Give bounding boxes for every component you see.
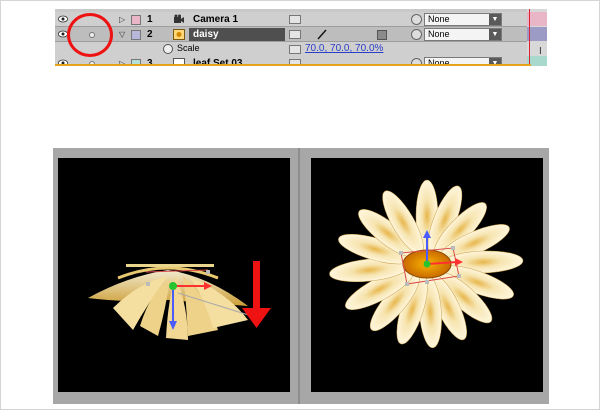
- flower-top-view: [329, 179, 524, 349]
- layer-bar[interactable]: [527, 12, 547, 26]
- constrain-proportions-icon[interactable]: [289, 45, 301, 54]
- label-color-swatch[interactable]: [131, 30, 141, 40]
- property-name: Scale: [177, 43, 200, 53]
- parent-value: None: [428, 14, 450, 24]
- twirl-right-icon[interactable]: ▷: [119, 15, 125, 24]
- layer-number: 2: [147, 29, 153, 40]
- collapse-switch-icon[interactable]: [289, 15, 301, 24]
- pickwhip-icon[interactable]: [411, 29, 422, 40]
- stopwatch-icon[interactable]: [163, 44, 173, 54]
- eye-icon[interactable]: [58, 15, 68, 23]
- layer-name-selected[interactable]: daisy: [189, 28, 285, 41]
- label-color-swatch[interactable]: [131, 15, 141, 25]
- right-viewport[interactable]: [311, 158, 543, 392]
- collapse-switch-icon[interactable]: [289, 30, 301, 39]
- left-viewport[interactable]: [58, 158, 290, 392]
- layer-number: 1: [147, 14, 153, 25]
- chevron-down-icon: ▼: [489, 29, 501, 40]
- precomp-layer-icon: [173, 29, 185, 40]
- composition-viewer: [53, 148, 549, 404]
- parent-dropdown[interactable]: None ▼: [424, 13, 502, 26]
- property-row-scale[interactable]: Scale 70.0, 70.0, 70.0%: [55, 42, 527, 57]
- view-divider: [298, 148, 300, 404]
- flower-petals: [88, 264, 248, 340]
- flower-side-view: [88, 261, 271, 340]
- quality-switch-icon[interactable]: [317, 29, 327, 40]
- work-area-bar: [55, 64, 531, 66]
- scale-value[interactable]: 70.0, 70.0, 70.0%: [305, 43, 383, 54]
- screenshot-frame: ▷ 1 Camera 1 None ▼ ▽ 2 daisy None ▼ Sca…: [0, 0, 600, 410]
- layer-name[interactable]: Camera 1: [189, 13, 242, 26]
- layer-row-daisy[interactable]: ▽ 2 daisy None ▼: [55, 27, 527, 42]
- parent-dropdown[interactable]: None ▼: [424, 28, 502, 41]
- twirl-down-icon[interactable]: ▽: [119, 30, 125, 39]
- 3d-layer-icon[interactable]: [377, 30, 387, 40]
- parent-value: None: [428, 29, 450, 39]
- layer-bar[interactable]: [527, 27, 547, 41]
- current-time-indicator[interactable]: [529, 9, 530, 66]
- keyframe-marker-icon[interactable]: I: [539, 46, 542, 57]
- annotation-circle: [67, 13, 113, 57]
- timeline-panel: ▷ 1 Camera 1 None ▼ ▽ 2 daisy None ▼ Sca…: [55, 9, 547, 66]
- camera-layer-icon: [174, 14, 184, 23]
- chevron-down-icon: ▼: [489, 14, 501, 25]
- pickwhip-icon[interactable]: [411, 14, 422, 25]
- layer-row-camera[interactable]: ▷ 1 Camera 1 None ▼: [55, 12, 527, 27]
- timeline-track-area[interactable]: [527, 9, 547, 66]
